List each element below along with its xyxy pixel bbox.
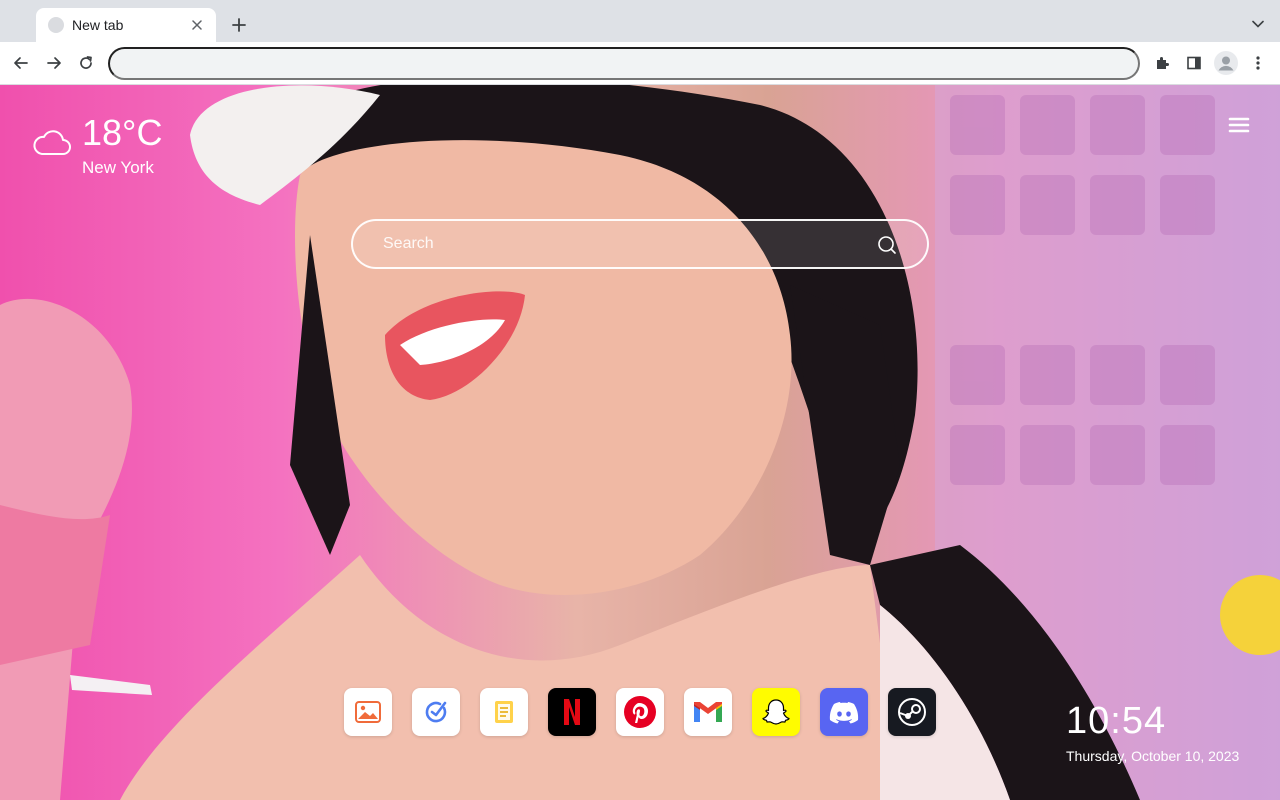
snapchat-icon (762, 699, 790, 725)
tab-new-tab[interactable]: New tab (36, 8, 216, 42)
check-icon (425, 701, 447, 723)
clock-date: Thursday, October 10, 2023 (1066, 748, 1240, 764)
steam-icon (898, 698, 926, 726)
notes-icon (495, 701, 513, 723)
extensions-button[interactable] (1149, 50, 1175, 76)
shortcut-tasks[interactable] (412, 688, 460, 736)
clock-widget: 10:54 Thursday, October 10, 2023 (1066, 699, 1239, 765)
plus-icon (232, 18, 246, 32)
back-button[interactable] (8, 50, 34, 76)
reload-button[interactable] (73, 50, 99, 76)
side-panel-button[interactable] (1181, 50, 1207, 76)
address-bar[interactable] (108, 47, 1140, 80)
new-tab-page: 18°C New York Search 10:54 Thursday, Oct… (0, 85, 1280, 800)
tab-strip: New tab (0, 0, 1280, 42)
shortcut-netflix[interactable] (548, 688, 596, 736)
side-panel-icon (1187, 56, 1201, 70)
image-icon (355, 701, 381, 723)
tab-title: New tab (72, 17, 124, 33)
shortcut-notes[interactable] (480, 688, 528, 736)
shortcut-pinterest[interactable] (616, 688, 664, 736)
shortcut-photos[interactable] (344, 688, 392, 736)
shortcut-gmail[interactable] (684, 688, 732, 736)
puzzle-icon (1157, 57, 1169, 69)
search-input[interactable] (383, 221, 863, 267)
reload-icon (80, 56, 92, 69)
temperature: 18°C (82, 112, 163, 153)
tab-search-button[interactable] (1248, 14, 1268, 34)
city-name: New York (82, 158, 154, 177)
profile-button[interactable] (1213, 50, 1239, 76)
discord-icon (829, 702, 859, 724)
pinterest-icon (624, 696, 656, 728)
more-vert-icon (1256, 56, 1260, 70)
cloud-icon (33, 130, 71, 155)
arrow-right-icon (47, 57, 61, 69)
shortcut-discord[interactable] (820, 688, 868, 736)
menu-button[interactable] (1228, 115, 1250, 135)
shortcut-steam[interactable] (888, 688, 936, 736)
toolbar (0, 42, 1280, 85)
tab-favicon-icon (48, 17, 64, 33)
new-tab-button[interactable] (228, 14, 250, 36)
chevron-down-icon (1252, 20, 1264, 28)
netflix-icon (564, 699, 580, 725)
avatar-icon (1214, 51, 1238, 75)
shortcut-dock (344, 688, 936, 736)
hamburger-icon (1228, 117, 1250, 133)
gmail-icon (694, 702, 722, 722)
close-icon[interactable] (188, 16, 206, 34)
chrome-menu-button[interactable] (1245, 50, 1271, 76)
clock-time: 10:54 (1066, 700, 1167, 742)
search-icon[interactable] (877, 235, 897, 255)
search-box[interactable] (351, 219, 929, 269)
arrow-left-icon (14, 57, 28, 69)
shortcut-snapchat[interactable] (752, 688, 800, 736)
weather-widget[interactable]: 18°C New York (32, 113, 162, 179)
forward-button[interactable] (41, 50, 67, 76)
